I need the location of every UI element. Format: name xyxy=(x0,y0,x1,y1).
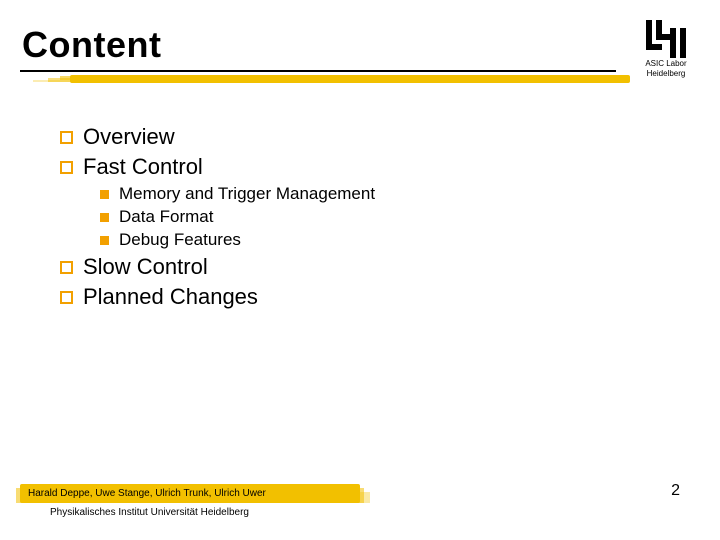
list-item: Overview xyxy=(60,124,620,150)
list-item: Planned Changes xyxy=(60,284,620,310)
title-brush-stroke xyxy=(70,75,630,83)
slide: Content ASIC Labor Heidelberg Overview F… xyxy=(0,0,720,540)
hollow-square-bullet-icon xyxy=(60,161,73,174)
hollow-square-bullet-icon xyxy=(60,131,73,144)
content-outline: Overview Fast Control Memory and Trigger… xyxy=(60,120,620,314)
list-item: Memory and Trigger Management xyxy=(100,184,620,204)
list-item: Data Format xyxy=(100,207,620,227)
logo-mark-icon xyxy=(646,20,686,58)
list-item-label: Debug Features xyxy=(119,230,241,250)
list-item-label: Data Format xyxy=(119,207,213,227)
list-item-label: Slow Control xyxy=(83,254,208,280)
solid-square-bullet-icon xyxy=(100,190,109,199)
footer-institution: Physikalisches Institut Universität Heid… xyxy=(50,507,700,518)
hollow-square-bullet-icon xyxy=(60,291,73,304)
title-underline xyxy=(20,70,616,84)
solid-square-bullet-icon xyxy=(100,213,109,222)
list-item: Fast Control xyxy=(60,154,620,180)
logo-text-line1: ASIC Labor xyxy=(636,60,696,68)
page-number: 2 xyxy=(671,482,680,500)
footer: Harald Deppe, Uwe Stange, Ulrich Trunk, … xyxy=(20,484,700,518)
list-item-label: Memory and Trigger Management xyxy=(119,184,375,204)
title-rule xyxy=(20,70,616,72)
logo-text-line2: Heidelberg xyxy=(636,70,696,78)
solid-square-bullet-icon xyxy=(100,236,109,245)
sublist: Memory and Trigger Management Data Forma… xyxy=(100,184,620,250)
list-item: Debug Features xyxy=(100,230,620,250)
list-item-label: Fast Control xyxy=(83,154,203,180)
list-item: Slow Control xyxy=(60,254,620,280)
hollow-square-bullet-icon xyxy=(60,261,73,274)
list-item-label: Planned Changes xyxy=(83,284,258,310)
list-item-label: Overview xyxy=(83,124,175,150)
footer-highlight-bar: Harald Deppe, Uwe Stange, Ulrich Trunk, … xyxy=(20,484,360,503)
footer-authors: Harald Deppe, Uwe Stange, Ulrich Trunk, … xyxy=(28,488,352,499)
page-title: Content xyxy=(22,24,161,66)
logo: ASIC Labor Heidelberg xyxy=(636,20,696,79)
